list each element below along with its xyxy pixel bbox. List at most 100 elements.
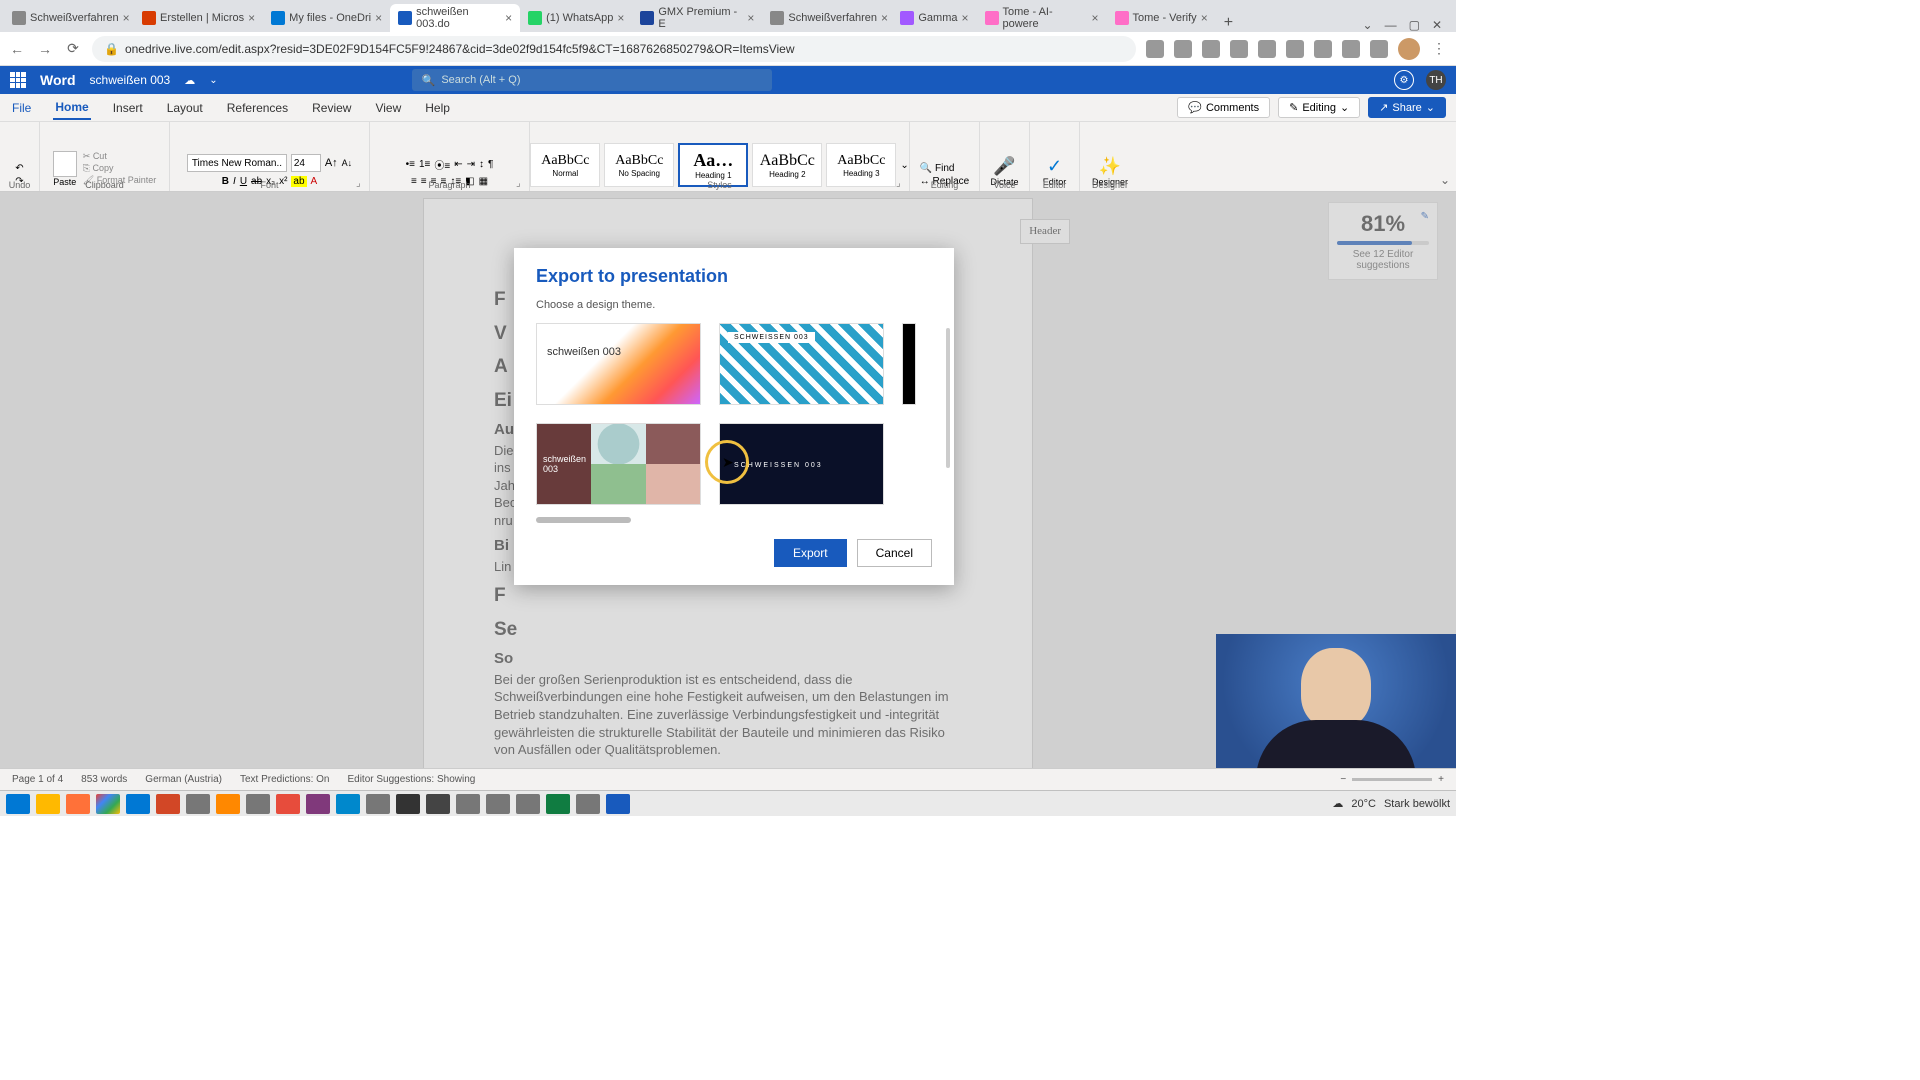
style-heading-3[interactable]: AaBbCcHeading 3 xyxy=(826,143,896,187)
tab-insert[interactable]: Insert xyxy=(111,97,145,119)
cut-button[interactable]: ✂ Cut xyxy=(83,151,156,162)
close-icon[interactable]: × xyxy=(375,11,382,25)
close-icon[interactable]: × xyxy=(1091,11,1098,25)
menu-icon[interactable]: ⋮ xyxy=(1430,40,1448,58)
dialog-launcher-icon[interactable]: ⌟ xyxy=(896,178,906,188)
bold-button[interactable]: B xyxy=(222,176,229,187)
browser-tab[interactable]: GMX Premium - E× xyxy=(632,4,762,32)
back-icon[interactable]: ← xyxy=(8,40,26,58)
search-input[interactable]: 🔍 Search (Alt + Q) xyxy=(412,69,772,91)
word-count[interactable]: 853 words xyxy=(81,774,127,785)
chevron-down-icon[interactable]: ⌄ xyxy=(1363,18,1373,32)
app-launcher-icon[interactable] xyxy=(10,72,26,88)
minimize-icon[interactable]: — xyxy=(1385,18,1397,32)
close-icon[interactable]: × xyxy=(961,11,968,25)
telegram-icon[interactable] xyxy=(336,794,360,814)
extension-icon[interactable] xyxy=(1314,40,1332,58)
comments-button[interactable]: 💬 Comments xyxy=(1177,97,1270,118)
dictate-icon[interactable]: 🎤 xyxy=(993,156,1015,177)
taskbar-icon[interactable] xyxy=(456,794,480,814)
url-input[interactable]: 🔒 onedrive.live.com/edit.aspx?resid=3DE0… xyxy=(92,36,1136,62)
theme-option[interactable] xyxy=(719,323,884,405)
more-styles-icon[interactable]: ⌄ xyxy=(900,160,908,171)
highlight-button[interactable]: ab xyxy=(291,176,306,187)
dialog-launcher-icon[interactable]: ⌟ xyxy=(356,178,366,188)
extension-icon[interactable] xyxy=(1230,40,1248,58)
page-indicator[interactable]: Page 1 of 4 xyxy=(12,774,63,785)
vlc-icon[interactable] xyxy=(216,794,240,814)
export-button[interactable]: Export xyxy=(774,539,847,567)
weather-icon[interactable]: ☁ xyxy=(1332,797,1343,810)
close-icon[interactable]: ✕ xyxy=(1432,18,1442,32)
browser-tab[interactable]: Erstellen | Micros× xyxy=(134,4,263,32)
increase-indent-button[interactable]: ⇥ xyxy=(467,159,475,170)
excel-icon[interactable] xyxy=(546,794,570,814)
browser-tab[interactable]: Gamma× xyxy=(892,4,976,32)
close-icon[interactable]: × xyxy=(881,11,888,25)
collapse-ribbon-icon[interactable]: ⌄ xyxy=(1440,173,1450,187)
style-normal[interactable]: AaBbCcNormal xyxy=(530,143,600,187)
taskbar-icon[interactable] xyxy=(516,794,540,814)
taskbar-icon[interactable] xyxy=(246,794,270,814)
align-center-button[interactable]: ≡ xyxy=(421,176,427,187)
tab-file[interactable]: File xyxy=(10,97,33,119)
extension-icon[interactable] xyxy=(1342,40,1360,58)
extension-icon[interactable] xyxy=(1146,40,1164,58)
taskbar-icon[interactable] xyxy=(366,794,390,814)
obs-icon[interactable] xyxy=(396,794,420,814)
extension-icon[interactable] xyxy=(1202,40,1220,58)
designer-icon[interactable]: ✨ xyxy=(1099,156,1121,177)
text-predictions[interactable]: Text Predictions: On xyxy=(240,774,329,785)
theme-option[interactable] xyxy=(719,423,884,505)
vertical-scrollbar[interactable] xyxy=(946,328,950,468)
gear-icon[interactable]: ⚙ xyxy=(1394,70,1414,90)
taskbar-icon[interactable] xyxy=(426,794,450,814)
editor-suggestions[interactable]: Editor Suggestions: Showing xyxy=(347,774,475,785)
new-tab-button[interactable]: + xyxy=(1216,14,1241,32)
close-icon[interactable]: × xyxy=(1201,11,1208,25)
tab-references[interactable]: References xyxy=(225,97,290,119)
style-no-spacing[interactable]: AaBbCcNo Spacing xyxy=(604,143,674,187)
browser-tab[interactable]: (1) WhatsApp× xyxy=(520,4,632,32)
shrink-font-icon[interactable]: A↓ xyxy=(342,158,353,168)
cancel-button[interactable]: Cancel xyxy=(857,539,932,567)
browser-tab[interactable]: Schweißverfahren× xyxy=(762,4,892,32)
user-avatar[interactable]: TH xyxy=(1426,70,1446,90)
browser-tab[interactable]: Tome - Verify× xyxy=(1107,4,1216,32)
underline-button[interactable]: U xyxy=(240,176,247,187)
reload-icon[interactable]: ⟳ xyxy=(64,40,82,58)
outlook-icon[interactable] xyxy=(126,794,150,814)
multilevel-button[interactable]: ⦿≡ xyxy=(434,157,450,172)
dialog-launcher-icon[interactable]: ⌟ xyxy=(516,178,526,188)
zoom-in-button[interactable]: + xyxy=(1438,774,1444,785)
chrome-icon[interactable] xyxy=(96,794,120,814)
undo-icon[interactable]: ↶ xyxy=(15,163,23,174)
grow-font-icon[interactable]: A↑ xyxy=(325,157,338,169)
firefox-icon[interactable] xyxy=(66,794,90,814)
taskbar-icon[interactable] xyxy=(276,794,300,814)
document-name[interactable]: schweißen 003 xyxy=(90,73,171,87)
style-heading-2[interactable]: AaBbCcHeading 2 xyxy=(752,143,822,187)
numbering-button[interactable]: 1≡ xyxy=(419,159,430,170)
borders-button[interactable]: ▦ xyxy=(479,176,488,187)
browser-tab[interactable]: Schweißverfahren× xyxy=(4,4,134,32)
theme-option[interactable]: schweißen 003 xyxy=(536,423,701,505)
close-icon[interactable]: × xyxy=(248,11,255,25)
extension-icon[interactable] xyxy=(1370,40,1388,58)
italic-button[interactable]: I xyxy=(233,176,236,187)
browser-tab[interactable]: My files - OneDri× xyxy=(263,4,390,32)
forward-icon[interactable]: → xyxy=(36,40,54,58)
paste-icon[interactable] xyxy=(53,151,77,177)
find-button[interactable]: 🔍 Find xyxy=(920,163,969,174)
notepad-icon[interactable] xyxy=(576,794,600,814)
paragraph-marks-button[interactable]: ¶ xyxy=(488,159,493,170)
chevron-down-icon[interactable]: ⌄ xyxy=(209,75,217,86)
language-indicator[interactable]: German (Austria) xyxy=(145,774,222,785)
close-icon[interactable]: × xyxy=(505,11,512,25)
font-color-button[interactable]: A xyxy=(311,176,318,187)
close-icon[interactable]: × xyxy=(123,11,130,25)
close-icon[interactable]: × xyxy=(747,11,754,25)
tab-view[interactable]: View xyxy=(373,97,403,119)
start-button[interactable] xyxy=(6,794,30,814)
font-family-select[interactable] xyxy=(187,154,287,172)
